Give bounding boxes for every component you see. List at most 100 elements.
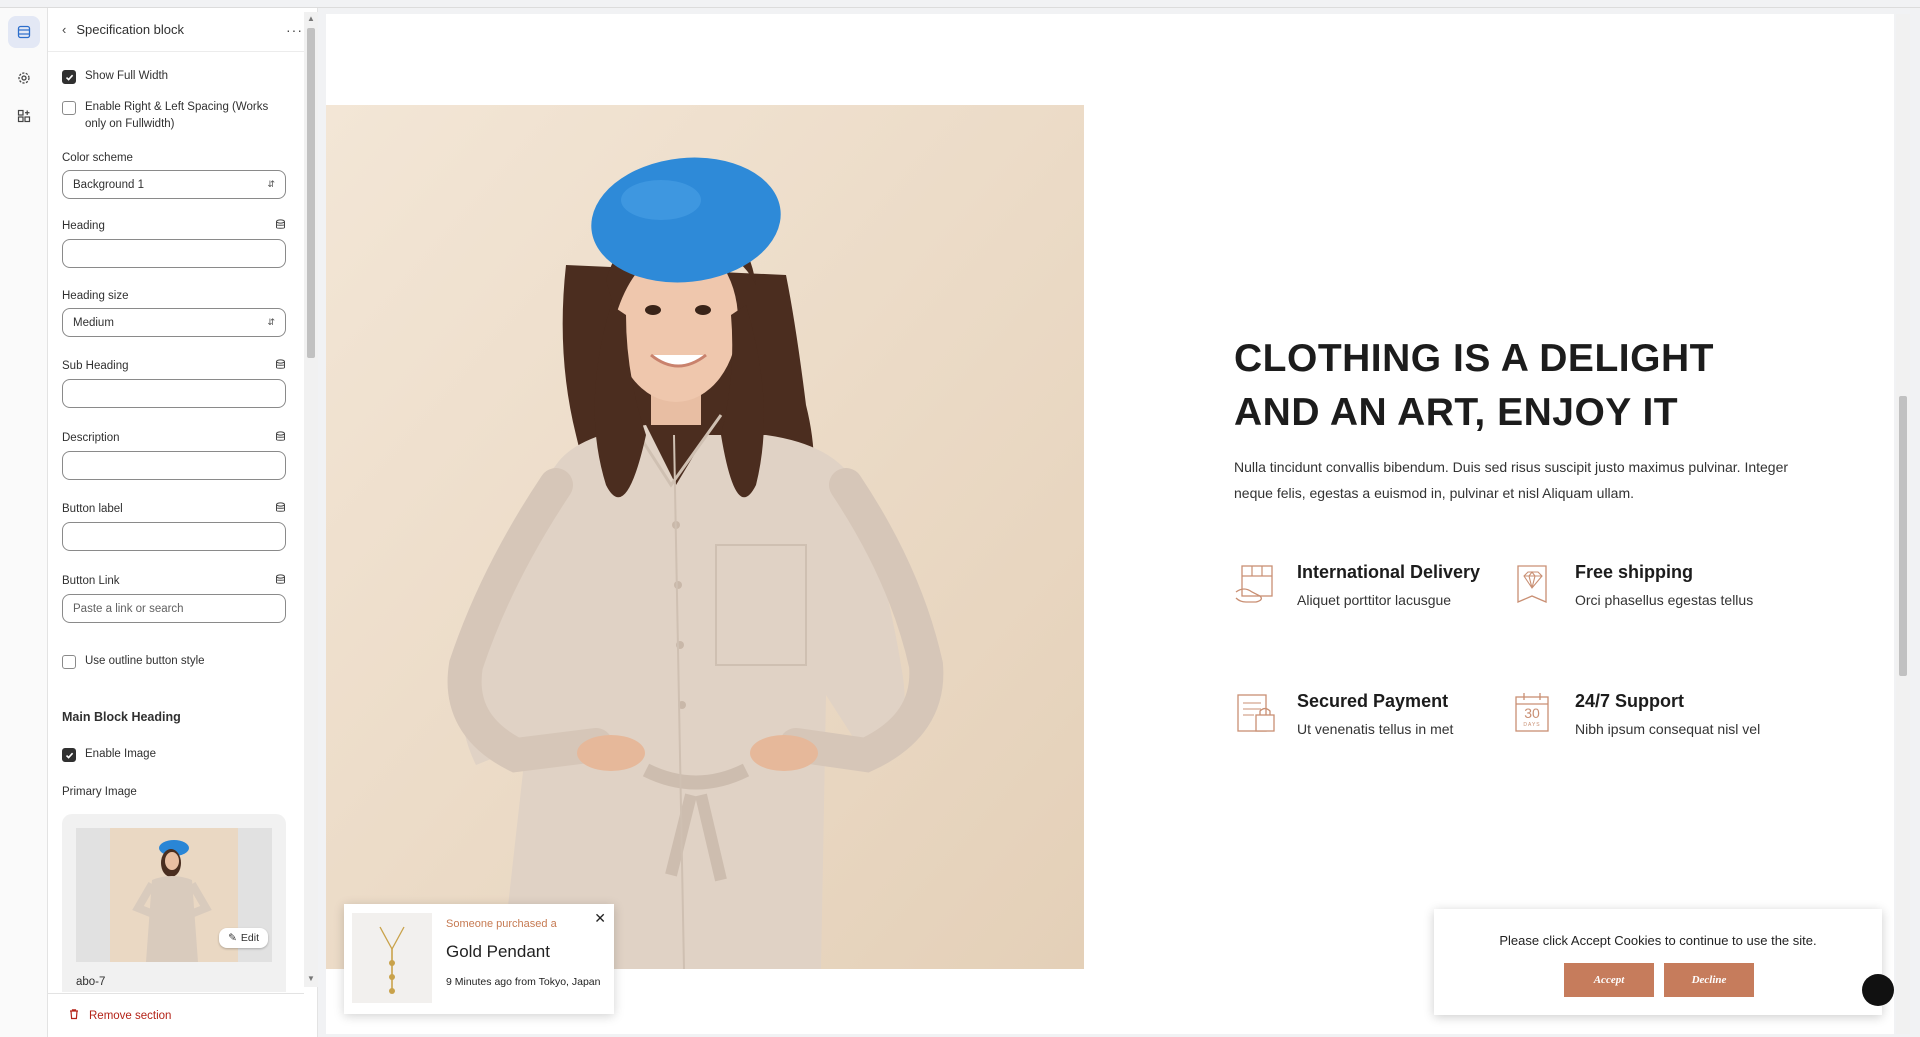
button-label-input[interactable] — [62, 522, 286, 551]
button-link-label-row: Button Link — [62, 574, 286, 588]
feature-text: Ut venenatis tellus in met — [1297, 721, 1454, 737]
feature-secured-payment: Secured Payment Ut venenatis tellus in m… — [1234, 691, 1504, 751]
purchase-notification[interactable]: Someone purchased a Gold Pendant 9 Minut… — [344, 904, 614, 1014]
feature-title: Free shipping — [1575, 562, 1694, 582]
hero-photo — [326, 105, 1084, 969]
description-setting: Description — [62, 431, 286, 480]
color-scheme-label: Color scheme — [62, 152, 133, 164]
back-chevron-icon[interactable]: ‹ — [62, 22, 66, 37]
sections-icon[interactable] — [8, 16, 40, 48]
feature-text: Nibh ipsum consequat nisl vel — [1575, 721, 1761, 737]
accept-cookies-button[interactable]: Accept — [1564, 963, 1654, 997]
calendar-30-days-icon: 30 DAYS — [1512, 691, 1556, 735]
close-icon[interactable]: ✕ — [594, 910, 606, 927]
feature-title: International Delivery — [1297, 562, 1481, 582]
panel-scrollbar-thumb[interactable] — [307, 28, 315, 358]
apps-icon[interactable] — [8, 100, 40, 132]
hero-description: Nulla tincidunt convallis bibendum. Duis… — [1234, 459, 1789, 501]
description-label-row: Description — [62, 431, 286, 445]
database-icon[interactable] — [275, 359, 286, 373]
show-full-width-label: Show Full Width — [85, 70, 169, 82]
outline-button-label: Use outline button style — [85, 655, 205, 667]
feature-free-shipping: Free shipping Orci phasellus egestas tel… — [1512, 562, 1782, 622]
primary-image-card[interactable]: ✎ Edit abo-7 — [62, 814, 286, 992]
enable-spacing-checkbox[interactable]: Enable Right & Left Spacing (Works only … — [62, 99, 286, 133]
select-arrows-icon: ⇵ — [267, 179, 275, 189]
feature-24-7-support: 30 DAYS 24/7 Support Nibh ipsum consequa… — [1512, 691, 1782, 751]
primary-image-label: Primary Image — [62, 786, 137, 798]
color-scheme-value: Background 1 — [73, 178, 144, 191]
outline-button-checkbox[interactable]: Use outline button style — [62, 653, 286, 670]
checkbox-unchecked[interactable] — [62, 655, 76, 669]
scroll-down-arrow-icon[interactable]: ▼ — [307, 974, 315, 983]
panel-body: Show Full Width Enable Right & Left Spac… — [48, 52, 304, 992]
hero-title-line-2: AND AN ART, ENJOY IT — [1234, 391, 1679, 434]
button-label-label-row: Button label — [62, 502, 286, 516]
notification-product[interactable]: Gold Pendant — [446, 942, 550, 962]
remove-section-label: Remove section — [89, 1009, 172, 1022]
button-link-placeholder: Paste a link or search — [73, 602, 184, 615]
heading-size-value: Medium — [73, 316, 114, 329]
calendar-caption: DAYS — [1523, 722, 1541, 728]
chat-widget-icon[interactable] — [1862, 974, 1894, 1006]
enable-image-checkbox[interactable]: Enable Image — [62, 746, 286, 763]
database-icon[interactable] — [275, 219, 286, 233]
panel-header: ‹ Specification block ··· — [48, 8, 317, 52]
button-label-setting: Button label — [62, 502, 286, 551]
image-filename: abo-7 — [76, 976, 106, 988]
preview-scrollbar-thumb[interactable] — [1899, 396, 1907, 676]
feature-text: Orci phasellus egestas tellus — [1575, 592, 1754, 608]
pendant-image — [352, 913, 432, 1003]
panel-scrollbar[interactable]: ▲ ▼ — [304, 12, 318, 987]
show-full-width-checkbox[interactable]: Show Full Width — [62, 68, 286, 85]
decline-cookies-button[interactable]: Decline — [1664, 963, 1754, 997]
cookie-banner: Please click Accept Cookies to continue … — [1434, 909, 1882, 1015]
cookie-message: Please click Accept Cookies to continue … — [1499, 933, 1817, 948]
description-input[interactable] — [62, 451, 286, 480]
button-label-label: Button label — [62, 503, 123, 515]
sub-heading-input[interactable] — [62, 379, 286, 408]
panel-title: Specification block — [76, 22, 185, 37]
top-border — [0, 0, 1920, 8]
secure-payment-icon — [1234, 691, 1278, 735]
edit-label: Edit — [240, 932, 259, 944]
gear-icon[interactable] — [8, 62, 40, 94]
heading-size-setting: Heading size Medium ⇵ — [62, 290, 286, 337]
enable-image-label: Enable Image — [85, 748, 156, 760]
heading-label-row: Heading — [62, 219, 286, 233]
heading-label: Heading — [62, 220, 105, 232]
database-icon[interactable] — [275, 502, 286, 516]
sub-heading-setting: Sub Heading — [62, 359, 286, 408]
remove-section-button[interactable]: Remove section — [48, 993, 304, 1037]
select-arrows-icon: ⇵ — [267, 317, 275, 327]
editor-icon-rail — [0, 8, 48, 1037]
database-icon[interactable] — [275, 574, 286, 588]
main-block-heading: Main Block Heading — [62, 710, 181, 724]
checkbox-checked[interactable] — [62, 748, 76, 762]
feature-international-delivery: International Delivery Aliquet porttitor… — [1234, 562, 1504, 622]
database-icon[interactable] — [275, 431, 286, 445]
trash-icon — [68, 1008, 80, 1023]
enable-spacing-label: Enable Right & Left Spacing (Works only … — [85, 101, 269, 130]
pencil-icon: ✎ — [228, 932, 237, 944]
feature-title: Secured Payment — [1297, 691, 1449, 711]
more-options-icon[interactable]: ··· — [286, 22, 303, 38]
diamond-tag-icon — [1512, 562, 1556, 606]
preview-scrollbar[interactable] — [1896, 14, 1910, 1034]
edit-image-button[interactable]: ✎ Edit — [219, 928, 268, 948]
heading-size-select[interactable]: Medium ⇵ — [62, 308, 286, 337]
feature-text: Aliquet porttitor lacusgue — [1297, 592, 1452, 608]
calendar-number: 30 — [1524, 705, 1540, 721]
hero-title-line-1: CLOTHING IS A DELIGHT — [1234, 337, 1714, 380]
button-link-input[interactable]: Paste a link or search — [62, 594, 286, 623]
heading-size-label: Heading size — [62, 290, 129, 302]
color-scheme-select[interactable]: Background 1 ⇵ — [62, 170, 286, 199]
heading-input[interactable] — [62, 239, 286, 268]
settings-panel: ‹ Specification block ··· Show Full Widt… — [48, 8, 318, 1037]
delivery-box-icon — [1234, 562, 1278, 606]
checkbox-checked[interactable] — [62, 70, 76, 84]
sub-heading-label-row: Sub Heading — [62, 359, 286, 373]
checkbox-unchecked[interactable] — [62, 101, 76, 115]
storefront-preview: CLOTHING IS A DELIGHT AND AN ART, ENJOY … — [326, 14, 1894, 1034]
scroll-up-arrow-icon[interactable]: ▲ — [307, 14, 315, 23]
